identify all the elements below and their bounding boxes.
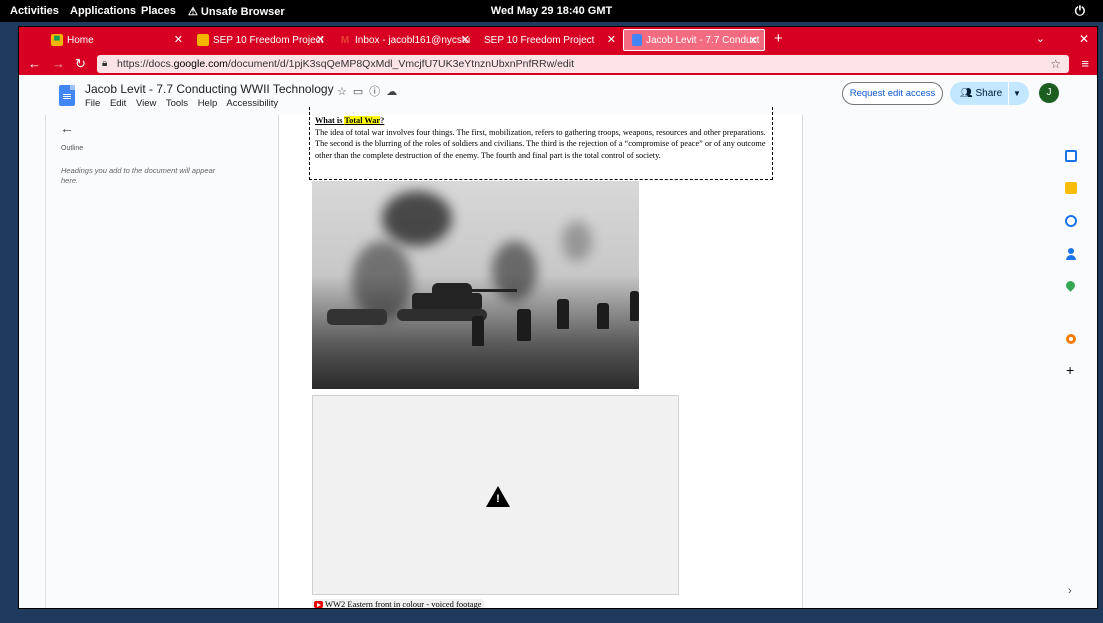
system-top-bar: Activities Applications Places ⚠ Unsafe … xyxy=(0,0,1103,22)
tab-label: SEP 10 Freedom Project xyxy=(213,34,324,46)
section-heading: What is Total War? xyxy=(315,116,385,125)
google-docs-logo-icon[interactable] xyxy=(59,85,75,106)
request-edit-access-button[interactable]: Request edit access xyxy=(842,82,943,105)
ww2-battle-photo[interactable] xyxy=(312,181,639,389)
url-bar[interactable]: 🔒︎ https://docs.google.com/document/d/1p… xyxy=(97,55,1069,73)
forward-arrow-icon[interactable]: → xyxy=(52,56,65,71)
video-link-chip[interactable]: WW2 Eastern front in colour - voiced foo… xyxy=(312,599,485,609)
url-domain: google.com xyxy=(173,58,228,70)
share-label: Share xyxy=(975,88,1003,99)
maps-icon[interactable] xyxy=(1064,279,1077,292)
get-addons-plus-icon[interactable]: + xyxy=(1066,362,1074,378)
menu-accessibility[interactable]: Accessibility xyxy=(226,98,278,109)
outline-label: Outline xyxy=(61,145,84,152)
close-tab-icon[interactable]: ✕ xyxy=(749,34,758,47)
tab-label: Jacob Levit - 7.7 Conduct xyxy=(646,34,760,46)
power-icon[interactable]: ⏻ xyxy=(1075,3,1085,19)
star-icon[interactable]: ☆ xyxy=(337,86,353,98)
cloud-status-icon[interactable]: ☁ xyxy=(386,86,403,98)
total-war-paragraph: The idea of total war involves four thin… xyxy=(315,127,766,160)
docs-menu-bar: File Edit View Tools Help Accessibility xyxy=(85,98,285,109)
share-people-icon: 👥︎ xyxy=(960,88,973,99)
keep-icon[interactable] xyxy=(1065,182,1077,194)
tasks-icon[interactable] xyxy=(1065,215,1077,227)
close-tab-icon[interactable]: ✕ xyxy=(461,33,470,46)
tab-sep10-slides[interactable]: SEP 10 Freedom Project ✕ xyxy=(189,29,331,51)
tab-jacob-levit-doc[interactable]: Jacob Levit - 7.7 Conduct ✕ xyxy=(623,29,765,51)
browser-window: ▀ Home ✕ SEP 10 Freedom Project ✕ M Inbo… xyxy=(18,26,1098,609)
tab-sep10[interactable]: SEP 10 Freedom Project ✕ xyxy=(476,29,622,51)
close-outline-arrow-icon[interactable]: ← xyxy=(60,120,74,136)
tab-home[interactable]: ▀ Home ✕ xyxy=(43,29,189,51)
close-tab-icon[interactable]: ✕ xyxy=(607,33,616,46)
menu-icon[interactable]: ≡ xyxy=(1081,56,1089,71)
expand-panel-chevron-icon[interactable]: › xyxy=(1068,585,1072,597)
video-caption: WW2 Eastern front in colour - voiced foo… xyxy=(325,599,482,609)
account-avatar[interactable]: J xyxy=(1039,83,1059,103)
document-title[interactable]: Jacob Levit - 7.7 Conducting WWII Techno… xyxy=(85,82,334,96)
document-canvas: ← Outline Headings you add to the docume… xyxy=(19,107,1097,609)
share-dropdown-icon[interactable]: ▼ xyxy=(1013,82,1021,105)
tab-label: Home xyxy=(67,34,94,46)
close-tab-icon[interactable]: ✕ xyxy=(174,33,183,46)
url-path: /document/d/1pjK3sqQeMP8QxMdl_VmcjfU7UK3… xyxy=(227,58,574,70)
menu-view[interactable]: View xyxy=(136,98,156,109)
info-icon[interactable]: ⓘ xyxy=(369,86,386,98)
new-tab-button[interactable]: + xyxy=(774,30,783,47)
slides-icon xyxy=(197,34,209,46)
close-tab-icon[interactable]: ✕ xyxy=(316,33,325,46)
lock-icon[interactable]: 🔒︎ xyxy=(102,55,107,73)
window-close-icon[interactable]: ✕ xyxy=(1079,32,1089,46)
title-actions: ☆▭ⓘ☁ xyxy=(337,83,403,99)
clock[interactable]: Wed May 29 18:40 GMT xyxy=(0,5,1103,17)
contacts-icon[interactable] xyxy=(1065,248,1077,260)
highlighted-term: Total War xyxy=(344,116,381,125)
calendar-icon[interactable] xyxy=(1065,150,1077,162)
gmail-icon: M xyxy=(340,34,350,46)
menu-file[interactable]: File xyxy=(85,98,100,109)
menu-edit[interactable]: Edit xyxy=(110,98,126,109)
tab-bar: ▀ Home ✕ SEP 10 Freedom Project ✕ M Inbo… xyxy=(19,27,1097,53)
menu-tools[interactable]: Tools xyxy=(166,98,188,109)
total-war-text-box[interactable]: What is Total War? The idea of total war… xyxy=(309,107,773,180)
outline-panel: ← Outline Headings you add to the docume… xyxy=(46,115,278,608)
home-icon: ▀ xyxy=(51,34,63,46)
tab-label: Inbox - jacobl161@nycstu xyxy=(355,34,471,46)
move-folder-icon[interactable]: ▭ xyxy=(353,86,369,98)
youtube-icon xyxy=(314,601,323,608)
addon-icon[interactable] xyxy=(1066,334,1076,344)
list-tabs-chevron-icon[interactable]: ⌄ xyxy=(1036,32,1045,45)
side-panel: + › xyxy=(1045,115,1097,608)
tab-inbox[interactable]: M Inbox - jacobl161@nycstu ✕ xyxy=(331,29,476,51)
share-button[interactable]: 👥︎ Share ▼ xyxy=(950,82,1029,105)
tab-label: SEP 10 Freedom Project xyxy=(484,34,595,46)
document-page[interactable]: What is Total War? The idea of total war… xyxy=(278,107,803,609)
url-prefix: https://docs. xyxy=(117,58,174,70)
embedded-video-placeholder[interactable]: ! xyxy=(312,395,679,595)
reload-icon[interactable]: ↻ xyxy=(75,56,86,72)
navigation-bar: ← → ↻ 🔒︎ https://docs.google.com/documen… xyxy=(19,53,1097,75)
docs-icon xyxy=(632,34,642,46)
back-arrow-icon[interactable]: ← xyxy=(28,56,41,71)
bookmark-star-icon[interactable]: ☆ xyxy=(1050,55,1061,73)
menu-help[interactable]: Help xyxy=(198,98,218,109)
outline-hint: Headings you add to the document will ap… xyxy=(61,166,216,185)
